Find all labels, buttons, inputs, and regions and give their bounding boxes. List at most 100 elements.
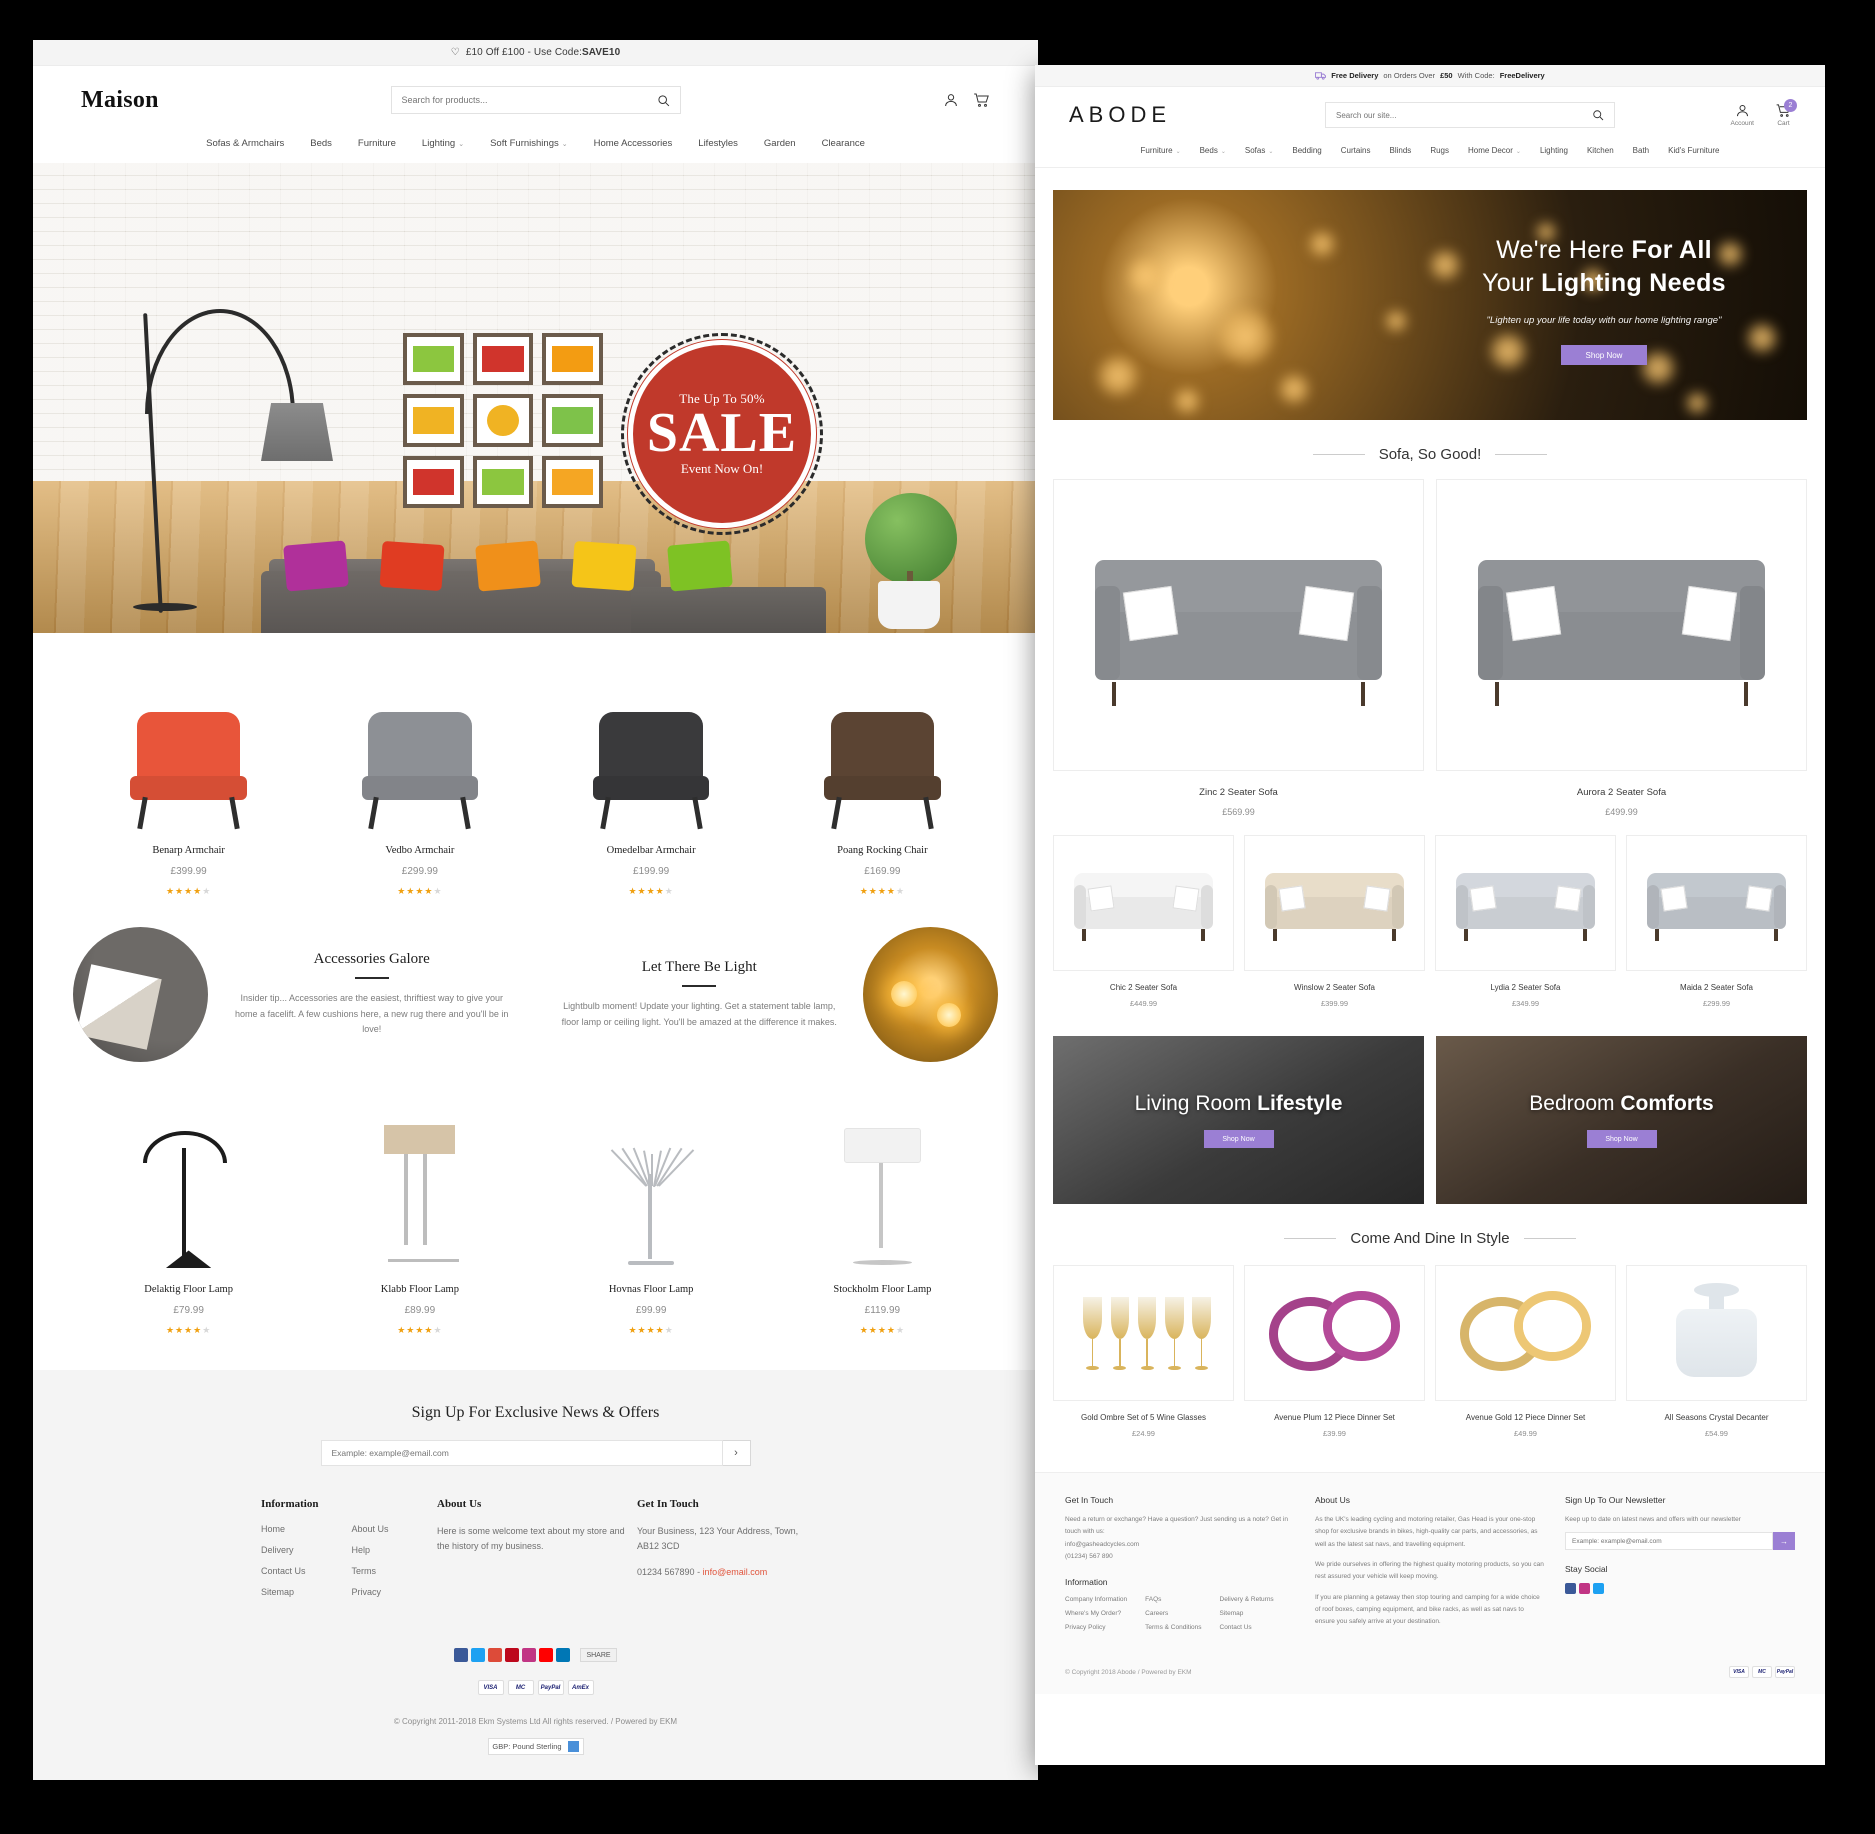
product-card[interactable]: Gold Ombre Set of 5 Wine Glasses £24.99 [1053, 1265, 1234, 1438]
bokeh-light [1098, 355, 1139, 396]
nav-item-furniture[interactable]: Furniture [358, 138, 396, 149]
account-button[interactable]: Account [1731, 103, 1754, 127]
product-card[interactable]: Benarp Armchair £399.99 ★★★★★ [73, 657, 304, 897]
nav-item-soft-furnishings[interactable]: Soft Furnishings ⌄ [490, 138, 568, 149]
newsletter-email-input[interactable] [1565, 1532, 1773, 1551]
product-card[interactable]: Stockholm Floor Lamp £119.99 ★★★★★ [767, 1096, 998, 1336]
nav-item-clearance[interactable]: Clearance [822, 138, 865, 149]
hero-shop-now-button[interactable]: Shop Now [1561, 345, 1647, 366]
product-card[interactable]: Avenue Gold 12 Piece Dinner Set £49.99 [1435, 1265, 1616, 1438]
search-input[interactable] [1336, 110, 1592, 120]
banner-title-b: Comforts [1620, 1092, 1714, 1115]
hero-banner-lighting[interactable]: We're Here For All Your Lighting Needs "L… [1053, 190, 1807, 420]
nav-item-beds[interactable]: Beds ⌄ [1200, 146, 1226, 155]
twitter-icon[interactable] [471, 1648, 486, 1662]
nav-item-lighting[interactable]: Lighting ⌄ [422, 138, 464, 149]
product-card[interactable]: Hovnas Floor Lamp £99.99 ★★★★★ [536, 1096, 767, 1336]
product-card[interactable]: Chic 2 Seater Sofa £449.99 [1053, 835, 1234, 1008]
nav-item-curtains[interactable]: Curtains [1341, 146, 1371, 155]
newsletter-email-input[interactable] [320, 1440, 723, 1466]
footer-link[interactable]: Sitemap [1220, 1610, 1274, 1617]
sale-badge[interactable]: The Up To 50% SALE Event Now On! [621, 333, 823, 535]
facebook-icon[interactable] [454, 1648, 469, 1662]
search-box[interactable] [390, 86, 681, 114]
footer-link[interactable]: Sitemap [261, 1587, 306, 1597]
product-card[interactable]: Maida 2 Seater Sofa £299.99 [1626, 835, 1807, 1008]
nav-item-garden[interactable]: Garden [764, 138, 796, 149]
payment-icons: VISA MC PayPal [1729, 1666, 1795, 1679]
nav-item-bath[interactable]: Bath [1633, 146, 1649, 155]
product-card[interactable]: All Seasons Crystal Decanter £54.99 [1626, 1265, 1807, 1438]
nav-item-sofas-armchairs[interactable]: Sofas & Armchairs [206, 138, 284, 149]
search-icon[interactable] [1592, 109, 1604, 121]
linkedin-icon[interactable] [556, 1648, 571, 1662]
footer-link[interactable]: Company Information [1065, 1596, 1127, 1603]
instagram-icon[interactable] [522, 1648, 537, 1662]
product-card[interactable]: Aurora 2 Seater Sofa £499.99 [1436, 479, 1807, 817]
newsletter-submit-button[interactable]: › [722, 1440, 751, 1466]
nav-item-furniture[interactable]: Furniture ⌄ [1141, 146, 1181, 155]
footer-email-link[interactable]: info@email.com [703, 1567, 768, 1577]
nav-item-lifestyles[interactable]: Lifestyles [698, 138, 738, 149]
nav-item-lighting[interactable]: Lighting [1540, 146, 1568, 155]
google-plus-icon[interactable] [488, 1648, 503, 1662]
site-logo[interactable]: ABODE [1069, 102, 1299, 128]
footer-link[interactable]: About Us [352, 1524, 389, 1534]
nav-item-home-decor[interactable]: Home Decor ⌄ [1468, 146, 1521, 155]
account-icon[interactable] [943, 92, 959, 108]
footer-link[interactable]: Where's My Order? [1065, 1610, 1127, 1617]
product-card[interactable]: Zinc 2 Seater Sofa £569.99 [1053, 479, 1424, 817]
product-card[interactable]: Avenue Plum 12 Piece Dinner Set £39.99 [1244, 1265, 1425, 1438]
nav-item-home-accessories[interactable]: Home Accessories [594, 138, 673, 149]
nav-item-bedding[interactable]: Bedding [1292, 146, 1321, 155]
footer-link[interactable]: Terms & Conditions [1145, 1624, 1201, 1631]
pinterest-icon[interactable] [505, 1648, 520, 1662]
footer-email[interactable]: info@gasheadcycles.com [1065, 1539, 1295, 1551]
footer-link[interactable]: Delivery & Returns [1220, 1596, 1274, 1603]
product-card[interactable]: Lydia 2 Seater Sofa £349.99 [1435, 835, 1616, 1008]
youtube-icon[interactable] [539, 1648, 554, 1662]
footer-link[interactable]: Careers [1145, 1610, 1201, 1617]
footer-heading: Sign Up To Our Newsletter [1565, 1495, 1666, 1505]
footer-link[interactable]: Privacy [352, 1587, 389, 1597]
nav-item-sofas[interactable]: Sofas ⌄ [1245, 146, 1274, 155]
share-button[interactable]: SHARE [580, 1648, 617, 1662]
nav-item-rugs[interactable]: Rugs [1430, 146, 1449, 155]
footer-link[interactable]: Help [352, 1545, 389, 1555]
search-box[interactable] [1325, 102, 1615, 128]
currency-selector[interactable]: GBP: Pound Sterling [487, 1738, 584, 1755]
search-icon[interactable] [657, 94, 670, 107]
product-card[interactable]: Poang Rocking Chair £169.99 ★★★★★ [767, 657, 998, 897]
account-icon[interactable] [1735, 103, 1750, 118]
category-banner-living[interactable]: Living Room Lifestyle Shop Now [1053, 1036, 1424, 1204]
instagram-icon[interactable] [1579, 1583, 1590, 1595]
cart-button[interactable]: 2 Cart [1776, 99, 1797, 127]
nav-item-beds[interactable]: Beds [310, 138, 332, 149]
nav-item-kitchen[interactable]: Kitchen [1587, 146, 1614, 155]
footer-link[interactable]: Home [261, 1524, 306, 1534]
footer-link[interactable]: Contact Us [261, 1566, 306, 1576]
product-card[interactable]: Delaktig Floor Lamp £79.99 ★★★★★ [73, 1096, 304, 1336]
hero-banner[interactable]: The Up To 50% SALE Event Now On! [33, 163, 1038, 633]
product-card[interactable]: Omedelbar Armchair £199.99 ★★★★★ [536, 657, 767, 897]
banner-shop-now-button[interactable]: Shop Now [1586, 1130, 1657, 1148]
footer-link[interactable]: Privacy Policy [1065, 1624, 1127, 1631]
product-card[interactable]: Vedbo Armchair £299.99 ★★★★★ [304, 657, 535, 897]
cart-icon[interactable] [973, 92, 990, 108]
footer-link[interactable]: Terms [352, 1566, 389, 1576]
footer-link[interactable]: FAQs [1145, 1596, 1201, 1603]
newsletter-submit-button[interactable]: → [1773, 1532, 1795, 1551]
product-card[interactable]: Winslow 2 Seater Sofa £399.99 [1244, 835, 1425, 1008]
product-card[interactable]: Klabb Floor Lamp £89.99 ★★★★★ [304, 1096, 535, 1336]
footer-link[interactable]: Contact Us [1220, 1624, 1274, 1631]
nav-item-kid-s-furniture[interactable]: Kid's Furniture [1668, 146, 1719, 155]
site-logo[interactable]: Maison [81, 87, 321, 114]
banner-shop-now-button[interactable]: Shop Now [1203, 1130, 1274, 1148]
nav-item-blinds[interactable]: Blinds [1390, 146, 1412, 155]
footer-link[interactable]: Delivery [261, 1545, 306, 1555]
search-input[interactable] [401, 95, 657, 105]
twitter-icon[interactable] [1593, 1583, 1604, 1595]
footer-heading: About Us [1315, 1495, 1350, 1505]
category-banner-bed[interactable]: Bedroom Comforts Shop Now [1436, 1036, 1807, 1204]
facebook-icon[interactable] [1565, 1583, 1576, 1595]
